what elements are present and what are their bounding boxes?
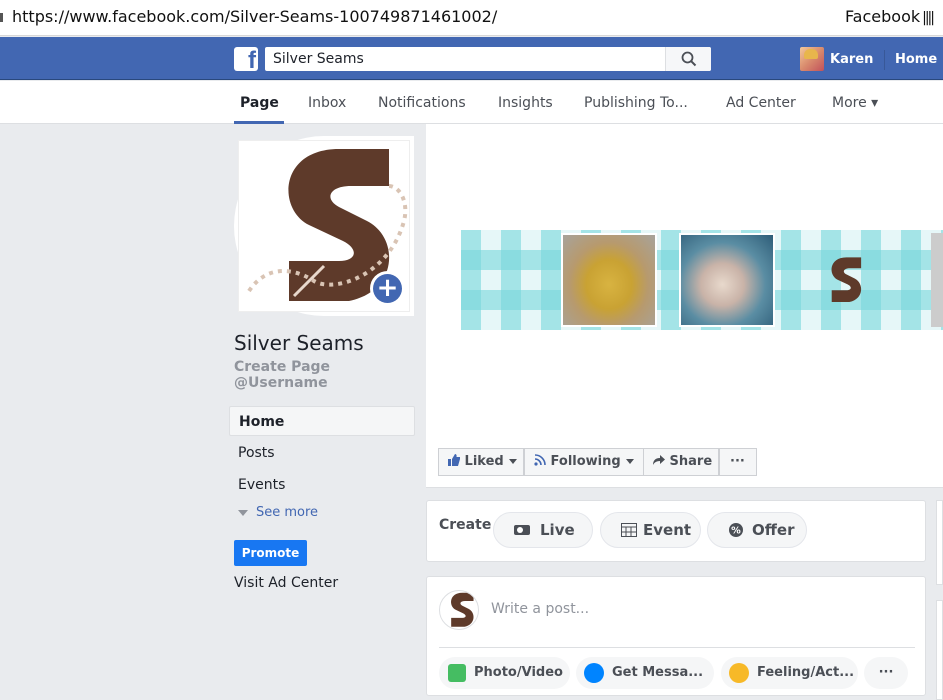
see-more-link[interactable]: See more <box>238 505 318 520</box>
create-username-link[interactable]: Create Page @Username <box>234 359 330 391</box>
smiley-icon <box>729 663 749 683</box>
tab-more[interactable]: More ▾ <box>832 95 878 111</box>
share-button[interactable]: Share <box>643 448 719 476</box>
page-title: Silver Seams <box>234 331 364 355</box>
banner-logo <box>831 257 862 303</box>
percent-tag-icon: % <box>729 523 743 537</box>
home-link[interactable]: Home <box>895 52 937 67</box>
promote-button[interactable]: Promote <box>234 540 307 566</box>
composer-divider <box>439 647 915 648</box>
write-post-input[interactable]: Write a post... <box>491 601 589 617</box>
feeling-activity-button[interactable]: Feeling/Act... <box>721 657 858 689</box>
window-edge-marker <box>0 13 3 22</box>
get-messages-button[interactable]: Get Messa... <box>576 657 714 689</box>
live-button[interactable]: Live <box>493 512 593 548</box>
event-button[interactable]: Event <box>600 512 701 548</box>
active-tab-indicator <box>234 121 284 124</box>
thumbs-up-icon <box>448 454 460 466</box>
browser-url-bar: https://www.facebook.com/Silver-Seams-10… <box>0 0 943 36</box>
caret-down-icon <box>625 459 634 464</box>
nav-item-posts[interactable]: Posts <box>229 438 415 470</box>
liked-label: Liked <box>464 454 504 469</box>
tab-page[interactable]: Page <box>240 95 279 111</box>
visit-ad-center-link[interactable]: Visit Ad Center <box>234 575 338 591</box>
topbar-divider <box>884 50 885 70</box>
composer-more-button[interactable]: ··· <box>864 657 908 689</box>
share-label: Share <box>669 454 713 469</box>
following-label: Following <box>550 454 621 469</box>
facebook-top-bar: f Karen Home <box>0 37 943 80</box>
create-username-line2: @Username <box>234 375 328 391</box>
photo-video-label: Photo/Video <box>474 665 563 680</box>
create-card: Create Live Event % Offer <box>426 500 926 562</box>
user-name: Karen <box>830 52 874 67</box>
caret-down-icon <box>508 459 517 464</box>
messenger-icon <box>584 663 604 683</box>
tab-notifications[interactable]: Notifications <box>378 95 466 111</box>
yellow-dragon-photo <box>561 233 657 327</box>
cover-photo[interactable] <box>426 124 943 448</box>
video-camera-icon <box>514 525 530 535</box>
search-icon <box>681 51 697 67</box>
tab-title-text: Facebook <box>844 7 921 26</box>
nav-item-home[interactable]: Home <box>229 406 415 436</box>
search-input[interactable] <box>265 47 665 71</box>
photo-icon <box>448 664 466 682</box>
nav-item-events[interactable]: Events <box>229 470 415 502</box>
rss-icon <box>534 454 546 466</box>
search-box <box>265 47 711 71</box>
add-photo-button[interactable]: + <box>370 271 405 306</box>
create-label: Create <box>439 517 492 533</box>
right-column-card <box>936 600 943 700</box>
address-field[interactable]: https://www.facebook.com/Silver-Seams-10… <box>12 7 497 26</box>
offer-button[interactable]: % Offer <box>707 512 807 548</box>
tab-insights[interactable]: Insights <box>498 95 553 111</box>
create-username-line1: Create Page <box>234 359 331 375</box>
calendar-icon <box>621 523 637 537</box>
photo-video-button[interactable]: Photo/Video <box>439 657 570 689</box>
cover-action-bar: Liked Following Share ··· <box>426 448 943 488</box>
feeling-label: Feeling/Act... <box>757 665 855 680</box>
tab-menu-icon[interactable]: |||| <box>922 10 935 26</box>
svg-text:%: % <box>731 526 741 537</box>
caret-down-icon <box>238 509 248 516</box>
tab-title: Facebook |||| <box>844 7 935 26</box>
plus-icon: + <box>373 274 402 303</box>
liked-button[interactable]: Liked <box>438 448 524 476</box>
event-label: Event <box>643 521 692 539</box>
page-tabs: Page Inbox Notifications Insights Publis… <box>0 81 943 124</box>
partial-photo <box>931 233 943 327</box>
search-button[interactable] <box>665 47 711 71</box>
post-composer: Write a post... Photo/Video Get Messa...… <box>426 576 926 696</box>
tab-ad-center[interactable]: Ad Center <box>726 95 796 111</box>
get-messages-label: Get Messa... <box>612 665 704 680</box>
share-arrow-icon <box>653 455 665 465</box>
see-more-label: See more <box>256 505 319 520</box>
silver-seams-logo <box>451 592 474 627</box>
left-navigation: Home Posts Events <box>229 406 415 502</box>
live-label: Live <box>540 521 575 539</box>
page-avatar <box>439 590 479 630</box>
avatar <box>800 47 824 71</box>
facebook-logo-icon[interactable]: f <box>234 47 258 71</box>
blue-dragon-photo <box>679 233 775 327</box>
tab-inbox[interactable]: Inbox <box>308 95 346 111</box>
gingham-banner <box>461 230 943 330</box>
offer-label: Offer <box>752 521 795 539</box>
more-actions-button[interactable]: ··· <box>719 448 757 476</box>
following-button[interactable]: Following <box>524 448 644 476</box>
tab-publishing-tools[interactable]: Publishing To... <box>584 95 688 111</box>
right-column-card <box>936 500 943 585</box>
